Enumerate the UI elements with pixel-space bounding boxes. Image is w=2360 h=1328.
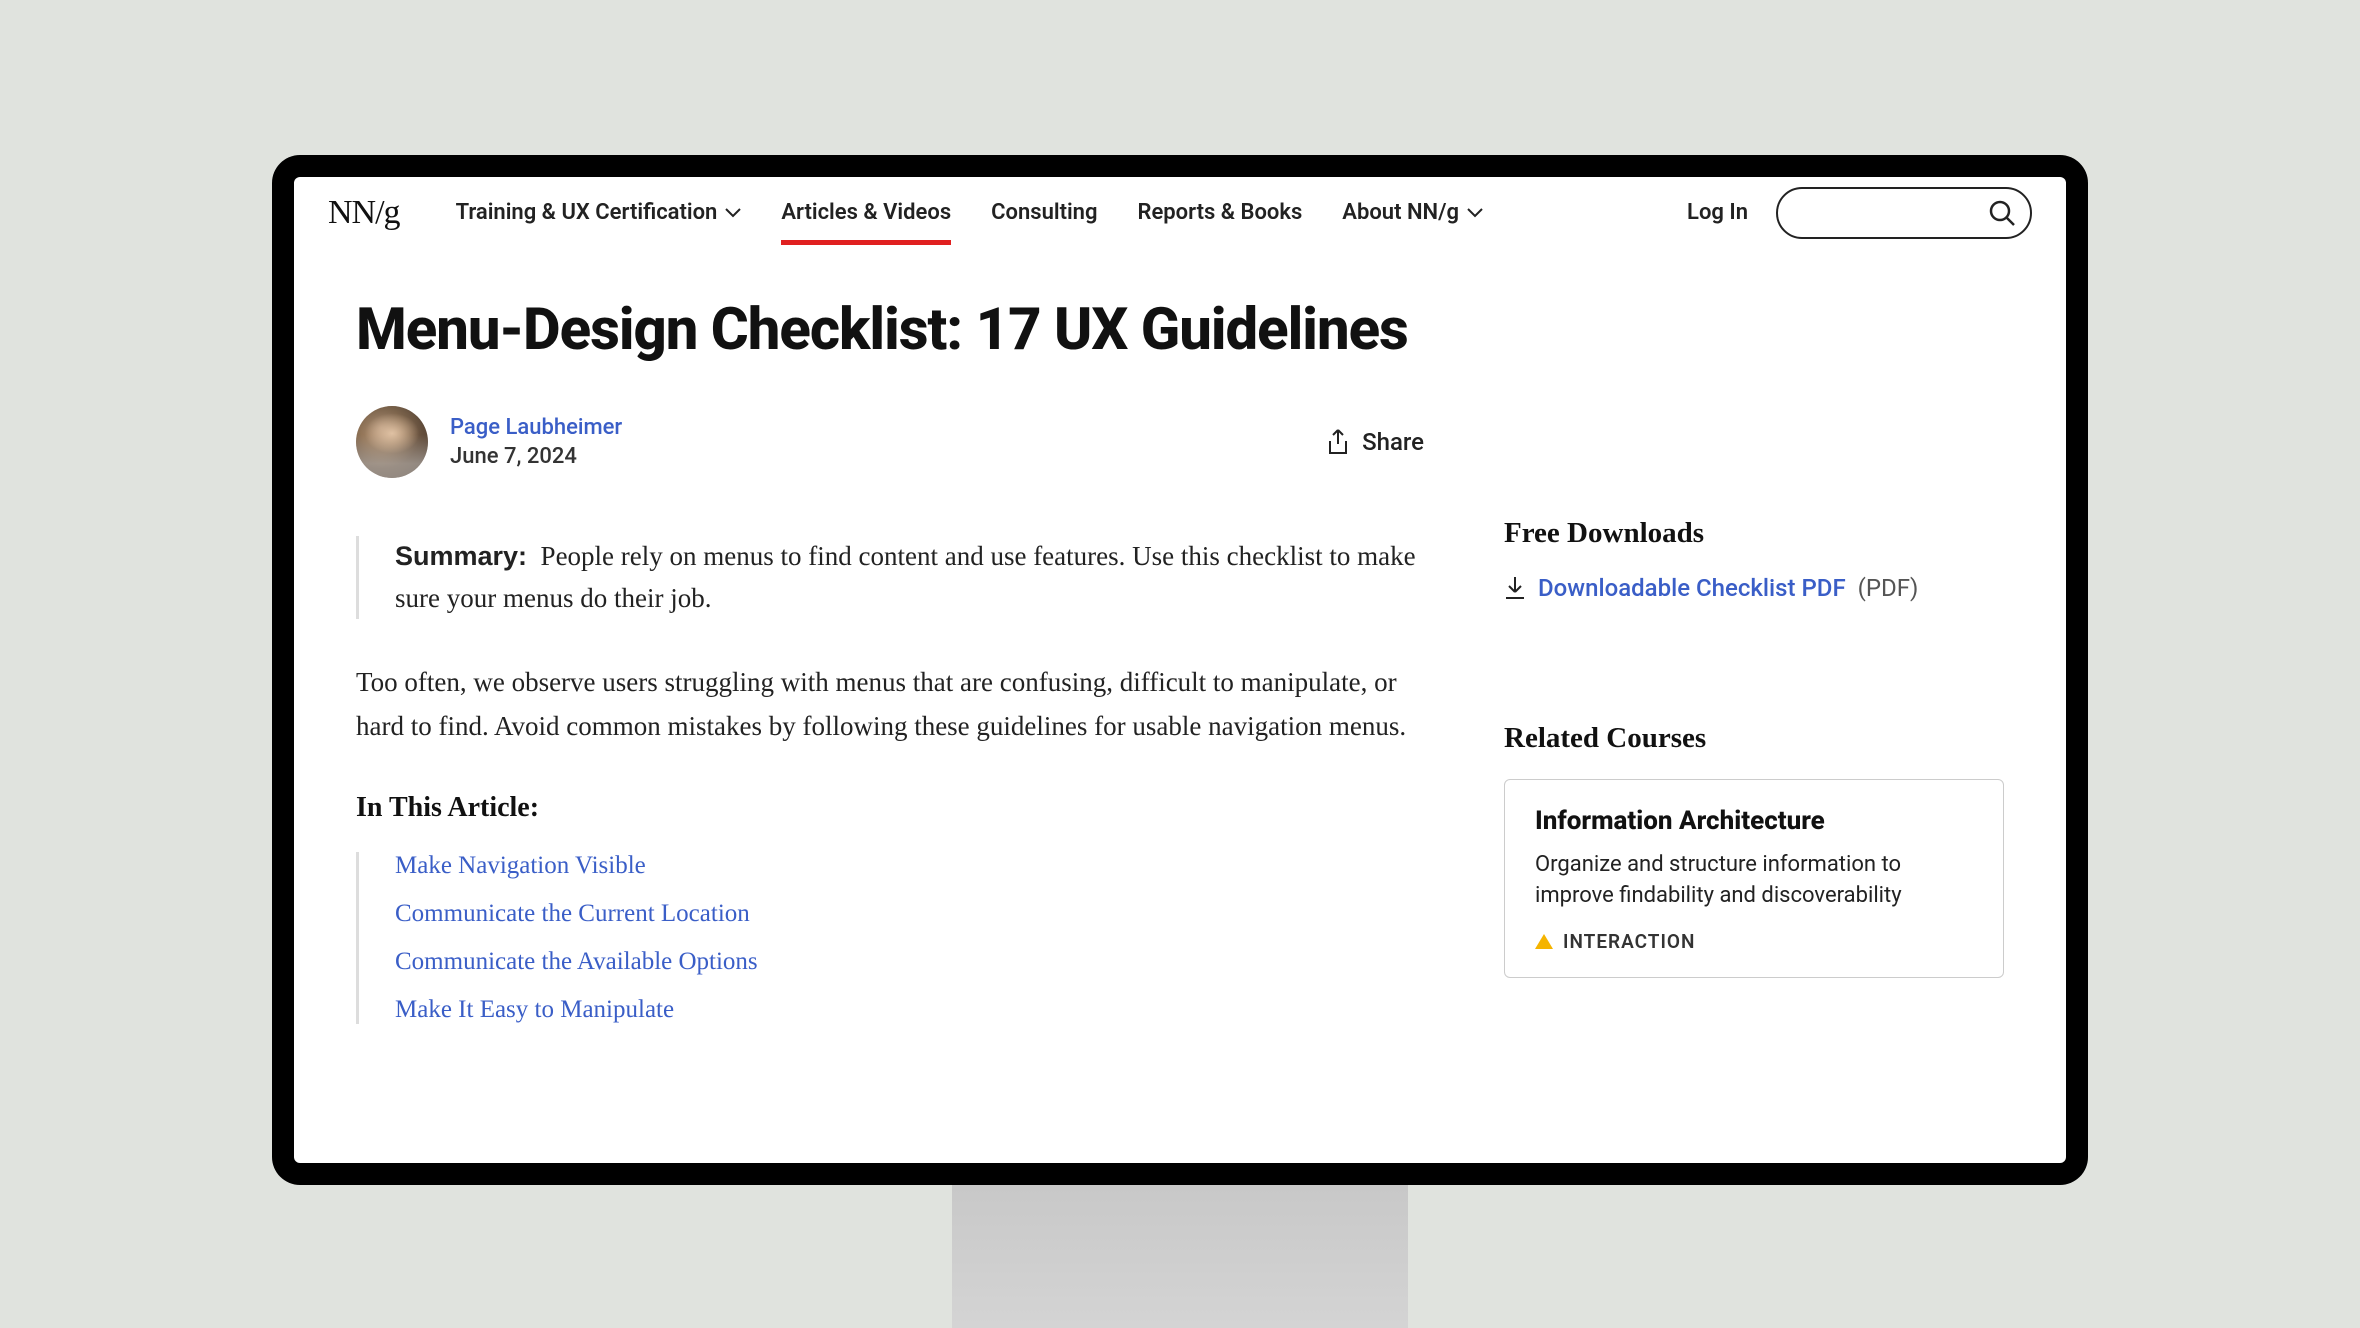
top-nav: NN/g Training & UX Certification Article… bbox=[294, 177, 2066, 249]
chevron-down-icon bbox=[1467, 208, 1483, 218]
nav-about[interactable]: About NN/g bbox=[1324, 182, 1501, 243]
sidebar: Free Downloads Downloadable Checklist PD… bbox=[1504, 297, 2004, 1024]
nav-label: Training & UX Certification bbox=[456, 200, 718, 225]
share-icon bbox=[1326, 429, 1350, 455]
logo[interactable]: NN/g bbox=[328, 194, 400, 232]
summary-label: Summary: bbox=[395, 541, 527, 571]
monitor-stand bbox=[952, 1185, 1408, 1328]
share-button[interactable]: Share bbox=[1326, 428, 1424, 456]
summary-text: People rely on menus to find content and… bbox=[395, 541, 1416, 613]
chevron-down-icon bbox=[725, 208, 741, 218]
course-title: Information Architecture bbox=[1535, 806, 1973, 836]
author-link[interactable]: Page Laubheimer bbox=[450, 415, 622, 440]
publish-date: June 7, 2024 bbox=[450, 444, 622, 469]
toc-item[interactable]: Make Navigation Visible bbox=[395, 852, 1424, 880]
content-wrap: Menu-Design Checklist: 17 UX Guidelines … bbox=[294, 249, 2066, 1024]
share-label: Share bbox=[1362, 428, 1424, 456]
nav-label: Consulting bbox=[991, 200, 1097, 225]
monitor-frame: NN/g Training & UX Certification Article… bbox=[272, 155, 2088, 1185]
screen: NN/g Training & UX Certification Article… bbox=[294, 177, 2066, 1163]
nav-training[interactable]: Training & UX Certification bbox=[438, 182, 760, 243]
nav-items: Training & UX Certification Articles & V… bbox=[438, 182, 1687, 243]
author-block: Page Laubheimer June 7, 2024 bbox=[450, 415, 622, 469]
nav-label: Articles & Videos bbox=[781, 200, 951, 225]
download-link[interactable]: Downloadable Checklist PDF bbox=[1538, 574, 1846, 602]
triangle-icon bbox=[1535, 934, 1553, 949]
byline-row: Page Laubheimer June 7, 2024 Share bbox=[356, 406, 1424, 478]
toc-list: Make Navigation Visible Communicate the … bbox=[356, 852, 1424, 1024]
nav-label: About NN/g bbox=[1342, 200, 1459, 225]
page-title: Menu-Design Checklist: 17 UX Guidelines bbox=[356, 297, 1424, 364]
toc-item[interactable]: Make It Easy to Manipulate bbox=[395, 996, 1424, 1024]
download-row: Downloadable Checklist PDF (PDF) bbox=[1504, 574, 2004, 602]
course-tag-row: INTERACTION bbox=[1535, 930, 1973, 953]
nav-label: Reports & Books bbox=[1137, 200, 1302, 225]
author-avatar[interactable] bbox=[356, 406, 428, 478]
main-column: Menu-Design Checklist: 17 UX Guidelines … bbox=[356, 297, 1424, 1024]
toc-item[interactable]: Communicate the Current Location bbox=[395, 900, 1424, 928]
search-input[interactable] bbox=[1776, 187, 2032, 239]
login-link[interactable]: Log In bbox=[1687, 200, 1748, 225]
summary-block: Summary: People rely on menus to find co… bbox=[356, 536, 1424, 620]
download-ext: (PDF) bbox=[1858, 574, 1919, 602]
nav-articles[interactable]: Articles & Videos bbox=[763, 182, 969, 243]
course-card[interactable]: Information Architecture Organize and st… bbox=[1504, 779, 2004, 978]
toc-item[interactable]: Communicate the Available Options bbox=[395, 948, 1424, 976]
course-desc: Organize and structure information to im… bbox=[1535, 850, 1973, 912]
course-tag: INTERACTION bbox=[1563, 930, 1695, 953]
download-icon bbox=[1504, 576, 1526, 600]
nav-right: Log In bbox=[1687, 187, 2032, 239]
nav-consulting[interactable]: Consulting bbox=[973, 182, 1115, 243]
related-heading: Related Courses bbox=[1504, 722, 2004, 755]
toc-heading: In This Article: bbox=[356, 792, 1424, 824]
nav-reports[interactable]: Reports & Books bbox=[1119, 182, 1320, 243]
downloads-heading: Free Downloads bbox=[1504, 517, 2004, 550]
byline-left: Page Laubheimer June 7, 2024 bbox=[356, 406, 622, 478]
intro-paragraph: Too often, we observe users struggling w… bbox=[356, 661, 1424, 747]
search-icon bbox=[1988, 199, 2016, 227]
